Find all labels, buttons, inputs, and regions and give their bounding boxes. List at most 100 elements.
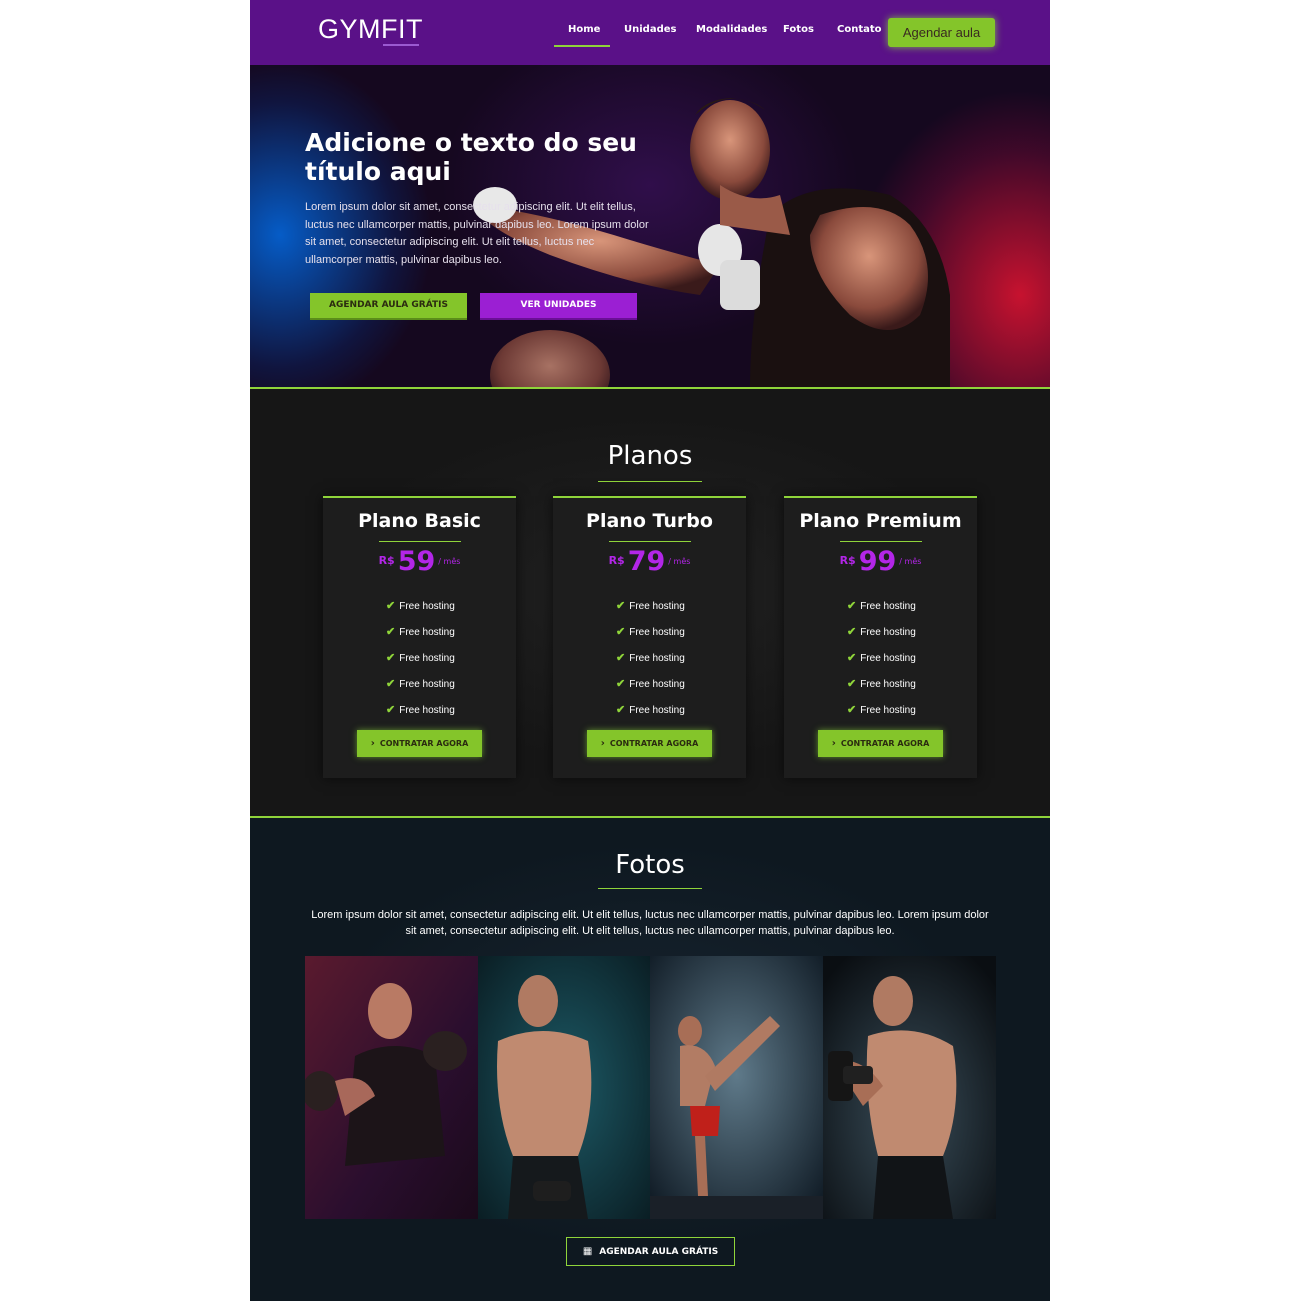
top-header: GYMFIT Home Unidades Modalidades Fotos C… bbox=[250, 0, 1050, 65]
gallery-photo-boxer[interactable] bbox=[305, 956, 478, 1219]
price-period: / mês bbox=[668, 557, 691, 566]
check-icon: ✔ bbox=[616, 704, 626, 716]
price-period: / mês bbox=[438, 557, 461, 566]
check-icon: ✔ bbox=[847, 678, 857, 690]
price-currency: R$ bbox=[608, 554, 625, 567]
feature-label: Free hosting bbox=[629, 679, 685, 690]
feature-label: Free hosting bbox=[629, 653, 685, 664]
plan-feature: ✔ Free hosting bbox=[847, 599, 916, 612]
photos-title: Fotos bbox=[615, 850, 685, 880]
check-icon: ✔ bbox=[847, 626, 857, 638]
plan-card-turbo: Plano Turbo R$ 79/ mês ✔ Free hosting ✔ Fre… bbox=[553, 496, 746, 778]
price-currency: R$ bbox=[839, 554, 856, 567]
plan-feature: ✔ Free hosting bbox=[616, 703, 685, 716]
plan-card-premium: Plano Premium R$ 99/ mês ✔ Free hosting ✔ F… bbox=[784, 496, 977, 778]
plans-title: Planos bbox=[607, 441, 693, 471]
feature-label: Free hosting bbox=[860, 705, 916, 716]
feature-label: Free hosting bbox=[860, 601, 916, 612]
subscribe-button-premium[interactable]: › CONTRATAR AGORA bbox=[818, 730, 943, 757]
plan-name: Plano Premium bbox=[799, 510, 962, 532]
check-icon: ✔ bbox=[616, 626, 626, 638]
chevron-right-icon: › bbox=[831, 738, 836, 749]
plan-feature: ✔ Free hosting bbox=[847, 677, 916, 690]
landing-page: GYMFIT Home Unidades Modalidades Fotos C… bbox=[250, 0, 1050, 1301]
plan-feature: ✔ Free hosting bbox=[847, 703, 916, 716]
view-units-button[interactable]: VER UNIDADES bbox=[480, 293, 637, 318]
hero-title: Adicione o texto do seu título aqui bbox=[305, 128, 637, 186]
gallery-photo-kickboxer[interactable] bbox=[650, 956, 823, 1219]
check-icon: ✔ bbox=[847, 600, 857, 612]
check-icon: ✔ bbox=[616, 652, 626, 664]
feature-label: Free hosting bbox=[399, 601, 455, 612]
plans-section: Planos Plano Basic R$ 59/ mês ✔ Free hosti… bbox=[250, 389, 1050, 816]
plan-feature: ✔ Free hosting bbox=[386, 625, 455, 638]
price-value: 79 bbox=[627, 546, 666, 577]
nav-unidades[interactable]: Unidades bbox=[624, 24, 676, 35]
plan-feature: ✔ Free hosting bbox=[386, 677, 455, 690]
feature-label: Free hosting bbox=[860, 627, 916, 638]
plan-feature: ✔ Free hosting bbox=[847, 625, 916, 638]
feature-label: Free hosting bbox=[860, 679, 916, 690]
plan-feature: ✔ Free hosting bbox=[847, 651, 916, 664]
schedule-class-button[interactable]: Agendar aula bbox=[888, 18, 995, 47]
nav-modalidades[interactable]: Modalidades bbox=[696, 24, 767, 35]
price-value: 99 bbox=[858, 546, 897, 577]
check-icon: ✔ bbox=[386, 652, 396, 664]
feature-label: Free hosting bbox=[399, 705, 455, 716]
plan-name: Plano Turbo bbox=[586, 510, 713, 532]
plan-feature: ✔ Free hosting bbox=[386, 651, 455, 664]
gallery-photo-dumbbell[interactable] bbox=[823, 956, 996, 1219]
subscribe-button-turbo[interactable]: › CONTRATAR AGORA bbox=[587, 730, 712, 757]
free-class-button[interactable]: AGENDAR AULA GRÁTIS bbox=[310, 293, 467, 318]
calendar-icon: ▦ bbox=[582, 1246, 593, 1257]
check-icon: ✔ bbox=[386, 626, 396, 638]
plans-title-rule bbox=[598, 481, 702, 482]
plan-price: R$ 79/ mês bbox=[553, 546, 746, 577]
plan-card-basic: Plano Basic R$ 59/ mês ✔ Free hosting ✔ Fre… bbox=[323, 496, 516, 778]
plan-title-rule bbox=[609, 541, 691, 542]
feature-label: Free hosting bbox=[629, 705, 685, 716]
check-icon: ✔ bbox=[847, 652, 857, 664]
feature-label: Free hosting bbox=[629, 627, 685, 638]
plan-feature: ✔ Free hosting bbox=[386, 703, 455, 716]
check-icon: ✔ bbox=[847, 704, 857, 716]
chevron-right-icon: › bbox=[600, 738, 605, 749]
plan-title-rule bbox=[840, 541, 922, 542]
feature-label: Free hosting bbox=[399, 679, 455, 690]
chevron-right-icon: › bbox=[370, 738, 375, 749]
nav-fotos[interactable]: Fotos bbox=[783, 24, 814, 35]
feature-label: Free hosting bbox=[399, 653, 455, 664]
subscribe-label: CONTRATAR AGORA bbox=[379, 739, 469, 748]
check-icon: ✔ bbox=[386, 678, 396, 690]
plan-title-rule bbox=[379, 541, 461, 542]
gallery-photo-athlete[interactable] bbox=[478, 956, 651, 1219]
check-icon: ✔ bbox=[616, 600, 626, 612]
plan-price: R$ 59/ mês bbox=[323, 546, 516, 577]
check-icon: ✔ bbox=[386, 600, 396, 612]
photos-description: Lorem ipsum dolor sit amet, consectetur … bbox=[311, 909, 989, 937]
nav-home[interactable]: Home bbox=[568, 24, 600, 35]
plan-feature: ✔ Free hosting bbox=[616, 651, 685, 664]
plan-feature: ✔ Free hosting bbox=[616, 599, 685, 612]
check-icon: ✔ bbox=[616, 678, 626, 690]
plan-price: R$ 99/ mês bbox=[784, 546, 977, 577]
feature-label: Free hosting bbox=[629, 601, 685, 612]
subscribe-label: CONTRATAR AGORA bbox=[609, 739, 699, 748]
photos-title-rule bbox=[598, 888, 702, 889]
photos-section: Fotos Lorem ipsum dolor sit amet, consec… bbox=[250, 818, 1050, 1301]
free-class-label: AGENDAR AULA GRÁTIS bbox=[599, 1247, 719, 1257]
price-period: / mês bbox=[899, 557, 922, 566]
plan-feature: ✔ Free hosting bbox=[386, 599, 455, 612]
price-value: 59 bbox=[397, 546, 436, 577]
plan-name: Plano Basic bbox=[358, 510, 481, 532]
free-class-button-bottom[interactable]: ▦ AGENDAR AULA GRÁTIS bbox=[566, 1237, 735, 1266]
nav-active-indicator bbox=[554, 45, 610, 47]
nav-contato[interactable]: Contato bbox=[837, 24, 882, 35]
feature-label: Free hosting bbox=[399, 627, 455, 638]
hero-section: Adicione o texto do seu título aqui Lore… bbox=[250, 65, 1050, 388]
check-icon: ✔ bbox=[386, 704, 396, 716]
feature-label: Free hosting bbox=[860, 653, 916, 664]
plan-feature: ✔ Free hosting bbox=[616, 625, 685, 638]
subscribe-label: CONTRATAR AGORA bbox=[840, 739, 930, 748]
subscribe-button-basic[interactable]: › CONTRATAR AGORA bbox=[357, 730, 482, 757]
